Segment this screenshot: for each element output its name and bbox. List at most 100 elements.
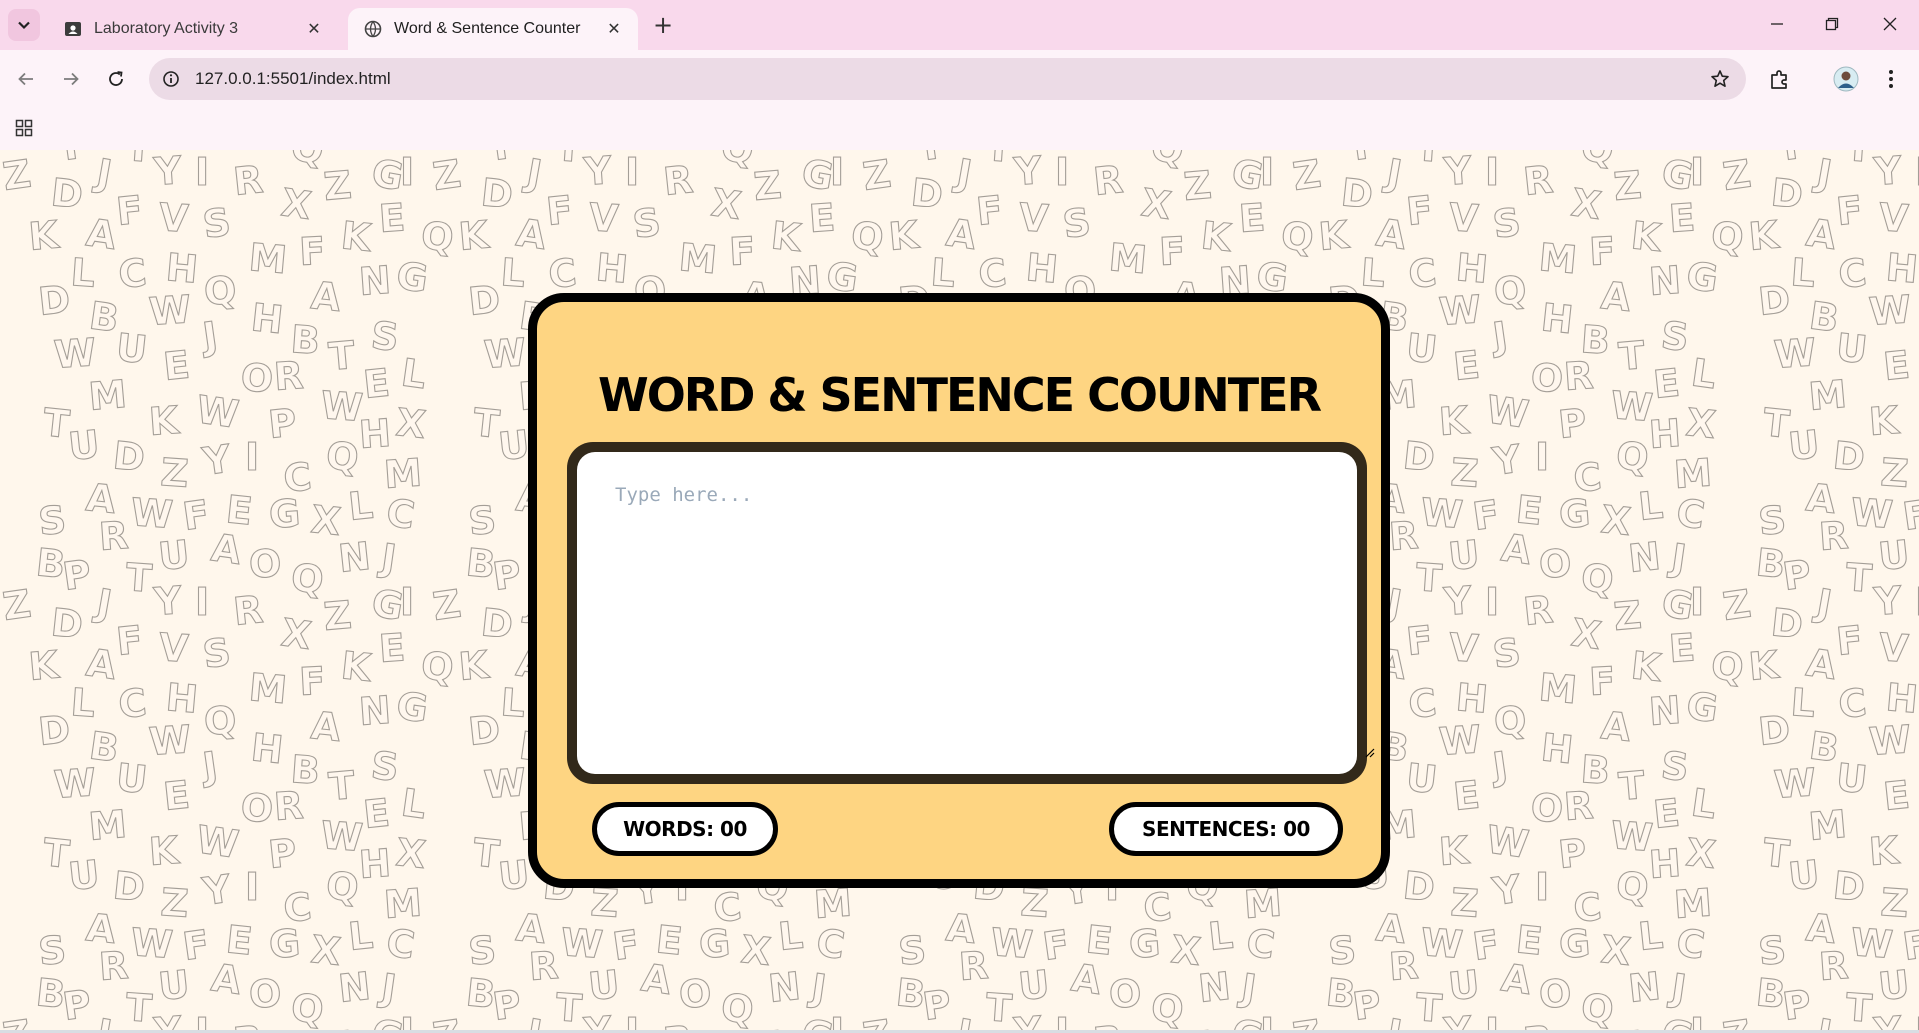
background-letter: J xyxy=(197,313,220,359)
background-letter: A xyxy=(309,273,343,320)
background-letter: I xyxy=(245,865,259,909)
background-letter: V xyxy=(1447,195,1480,241)
background-letter: G xyxy=(394,683,431,731)
more-vertical-icon xyxy=(1889,70,1893,88)
extensions-button[interactable] xyxy=(1764,63,1796,95)
tab-search-button[interactable] xyxy=(8,9,40,41)
background-letter: U xyxy=(156,532,191,579)
background-letter: Q xyxy=(324,433,361,480)
close-icon xyxy=(1883,17,1897,31)
resize-handle-icon[interactable] xyxy=(1365,748,1375,758)
background-letter: W xyxy=(989,920,1034,967)
background-letter: A xyxy=(309,703,343,750)
background-letter: A xyxy=(1069,955,1105,1003)
background-letter: I xyxy=(400,580,414,624)
background-letter: U xyxy=(156,962,191,1009)
address-bar[interactable]: 127.0.0.1:5501/index.html xyxy=(149,58,1746,100)
background-letter: U xyxy=(114,325,149,372)
background-letter: E xyxy=(808,195,837,241)
profile-avatar-button[interactable] xyxy=(1830,63,1862,95)
background-letter: J xyxy=(806,965,829,1011)
background-letter: Q xyxy=(289,150,326,172)
url-text[interactable]: 127.0.0.1:5501/index.html xyxy=(195,58,391,100)
background-letter: N xyxy=(1196,150,1232,151)
background-letter: F xyxy=(114,187,144,233)
background-letter: L xyxy=(929,250,956,296)
background-letter: L xyxy=(399,350,429,397)
background-letter: T xyxy=(984,150,1013,171)
background-letter: M xyxy=(247,665,289,712)
background-letter: J xyxy=(90,580,115,626)
background-letter: A xyxy=(1499,525,1535,573)
close-tab-icon[interactable]: ✕ xyxy=(302,17,326,41)
background-letter: W xyxy=(1438,717,1483,764)
bookmark-star-icon[interactable] xyxy=(1708,67,1732,91)
reload-button[interactable] xyxy=(100,63,132,95)
background-letter: P xyxy=(1780,551,1814,598)
background-letter: C xyxy=(384,920,418,967)
background-letter: P xyxy=(60,150,94,169)
background-letter: L xyxy=(69,250,96,296)
close-window-button[interactable] xyxy=(1870,8,1910,40)
background-letter: T xyxy=(124,985,153,1031)
background-letter: L xyxy=(1689,780,1719,827)
background-letter: M xyxy=(1673,880,1714,927)
background-letter: W xyxy=(1438,287,1483,334)
background-letter: T xyxy=(554,150,583,171)
background-letter: E xyxy=(161,342,191,388)
background-letter: W xyxy=(483,760,528,807)
background-letter: F xyxy=(728,229,756,274)
background-letter: A xyxy=(639,955,675,1003)
background-letter: N xyxy=(358,688,393,734)
bookmarks-bar xyxy=(0,108,1919,150)
background-letter: H xyxy=(1539,725,1575,772)
text-input[interactable] xyxy=(577,452,1357,774)
background-letter: T xyxy=(1844,150,1873,171)
browser-menu-button[interactable] xyxy=(1875,63,1907,95)
background-letter: I xyxy=(1535,435,1549,479)
apps-grid-icon[interactable] xyxy=(12,116,36,140)
background-letter: O xyxy=(1538,541,1573,587)
background-letter: H xyxy=(249,295,285,342)
background-letter: Y xyxy=(152,150,184,194)
background-letter: R xyxy=(1091,157,1125,204)
restore-button[interactable] xyxy=(1812,8,1852,40)
background-letter: H xyxy=(164,675,200,722)
background-letter: F xyxy=(1834,187,1864,233)
close-tab-icon[interactable]: ✕ xyxy=(602,17,626,41)
background-letter: E xyxy=(1451,772,1481,818)
site-info-icon[interactable] xyxy=(159,67,183,91)
tab-laboratory-activity[interactable]: Laboratory Activity 3 ✕ xyxy=(48,8,338,50)
background-letter: E xyxy=(1451,342,1481,388)
background-letter: K xyxy=(148,828,182,874)
background-letter: Z xyxy=(752,163,783,209)
background-letter: U xyxy=(1834,325,1869,372)
tab-title: Laboratory Activity 3 xyxy=(94,20,239,37)
tab-word-sentence-counter[interactable]: Word & Sentence Counter ✕ xyxy=(348,8,638,50)
background-letter: K xyxy=(339,643,374,690)
background-letter: Z xyxy=(159,450,190,496)
background-letter: H xyxy=(1454,675,1490,722)
forward-button[interactable] xyxy=(55,63,87,95)
background-letter: K xyxy=(1317,212,1352,259)
background-letter: R xyxy=(231,157,265,204)
background-letter: X xyxy=(394,830,428,877)
background-letter: S xyxy=(200,200,233,247)
background-letter: W xyxy=(53,330,98,377)
background-letter: C xyxy=(1406,680,1438,727)
background-letter: A xyxy=(209,955,245,1003)
page-title: WORD & SENTENCE COUNTER xyxy=(597,368,1322,422)
background-letter: Z xyxy=(1720,152,1753,199)
new-tab-button[interactable]: + xyxy=(650,11,676,39)
back-button[interactable] xyxy=(10,63,42,95)
background-letter: F xyxy=(114,617,144,663)
background-letter: D xyxy=(36,707,72,754)
background-letter: I xyxy=(400,150,414,194)
background-letter: Z xyxy=(322,163,353,209)
background-letter: U xyxy=(1876,532,1911,579)
background-letter: O xyxy=(1108,150,1143,157)
minimize-button[interactable] xyxy=(1757,8,1797,40)
background-letter: W xyxy=(1849,490,1894,537)
background-letter: U xyxy=(496,852,531,899)
background-letter: K xyxy=(769,213,804,260)
